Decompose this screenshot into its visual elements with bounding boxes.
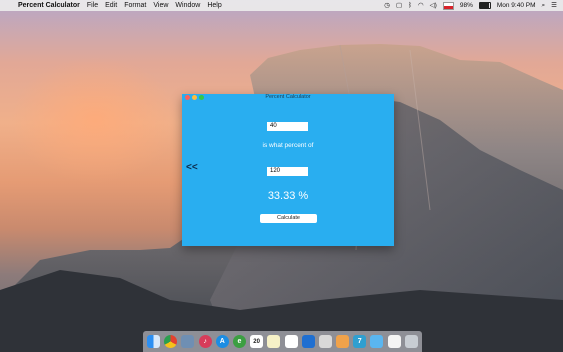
app-store-icon[interactable]: A	[215, 335, 229, 348]
xcode-icon[interactable]	[301, 335, 315, 348]
photo-icon[interactable]	[181, 335, 195, 348]
menu-list-icon[interactable]: ☰	[551, 0, 557, 11]
menu-help[interactable]: Help	[207, 0, 221, 11]
menu-edit[interactable]: Edit	[105, 0, 117, 11]
calculate-button[interactable]: Calculate	[260, 214, 317, 223]
result-text: 33.33 %	[267, 190, 309, 202]
evernote-icon[interactable]: e	[232, 335, 246, 348]
menu-format[interactable]: Format	[124, 0, 146, 11]
battery-icon[interactable]	[478, 2, 491, 9]
menu-file[interactable]: File	[87, 0, 98, 11]
chrome-icon[interactable]	[164, 335, 178, 348]
reminders-icon[interactable]	[284, 335, 298, 348]
trash-icon[interactable]	[404, 335, 418, 348]
clock[interactable]: Mon 9:40 PM	[497, 0, 536, 11]
status-area: ◷ ▢ ᛒ ◠ ◁) 98% Mon 9:40 PM ⌕ ☰	[384, 0, 563, 11]
percent-calculator-window: Percent Calculator 40 is what percent of…	[182, 94, 394, 246]
input-source-flag-icon[interactable]	[442, 1, 454, 10]
back-button[interactable]: <<	[186, 162, 198, 173]
minimize-button[interactable]	[192, 95, 197, 100]
menu-window[interactable]: Window	[175, 0, 200, 11]
document-icon[interactable]	[387, 335, 401, 348]
app-menu[interactable]: Percent Calculator	[18, 0, 80, 11]
close-button[interactable]	[185, 95, 190, 100]
window-titlebar[interactable]: Percent Calculator	[182, 94, 394, 101]
battery-percent[interactable]: 98%	[460, 0, 473, 11]
keynote-icon[interactable]	[336, 335, 350, 348]
calendar-icon[interactable]: 20	[250, 335, 264, 348]
window-title: Percent Calculator	[265, 94, 311, 100]
second-value-input[interactable]: 120	[267, 167, 308, 176]
numbers-icon[interactable]: 7	[353, 335, 367, 348]
bluetooth-icon[interactable]: ᛒ	[408, 0, 412, 11]
dock: ♪ A e 20 7	[143, 331, 422, 352]
maximize-button[interactable]	[199, 95, 204, 100]
menu-view[interactable]: View	[153, 0, 168, 11]
finder-icon[interactable]	[147, 335, 160, 348]
spotlight-icon[interactable]: ⌕	[542, 0, 546, 11]
pages-icon[interactable]	[318, 335, 332, 348]
folder-icon[interactable]	[370, 335, 384, 348]
menu-bar: Percent Calculator File Edit Format View…	[0, 0, 563, 11]
first-value-input[interactable]: 40	[267, 122, 308, 131]
volume-icon[interactable]: ◁)	[430, 0, 437, 11]
music-icon[interactable]: ♪	[198, 335, 212, 348]
time-machine-icon[interactable]: ◷	[384, 0, 390, 11]
wifi-icon[interactable]: ◠	[418, 0, 424, 11]
relation-label: is what percent of	[262, 142, 314, 149]
notification-icon[interactable]: ▢	[396, 0, 402, 11]
notes-icon[interactable]	[267, 335, 281, 348]
